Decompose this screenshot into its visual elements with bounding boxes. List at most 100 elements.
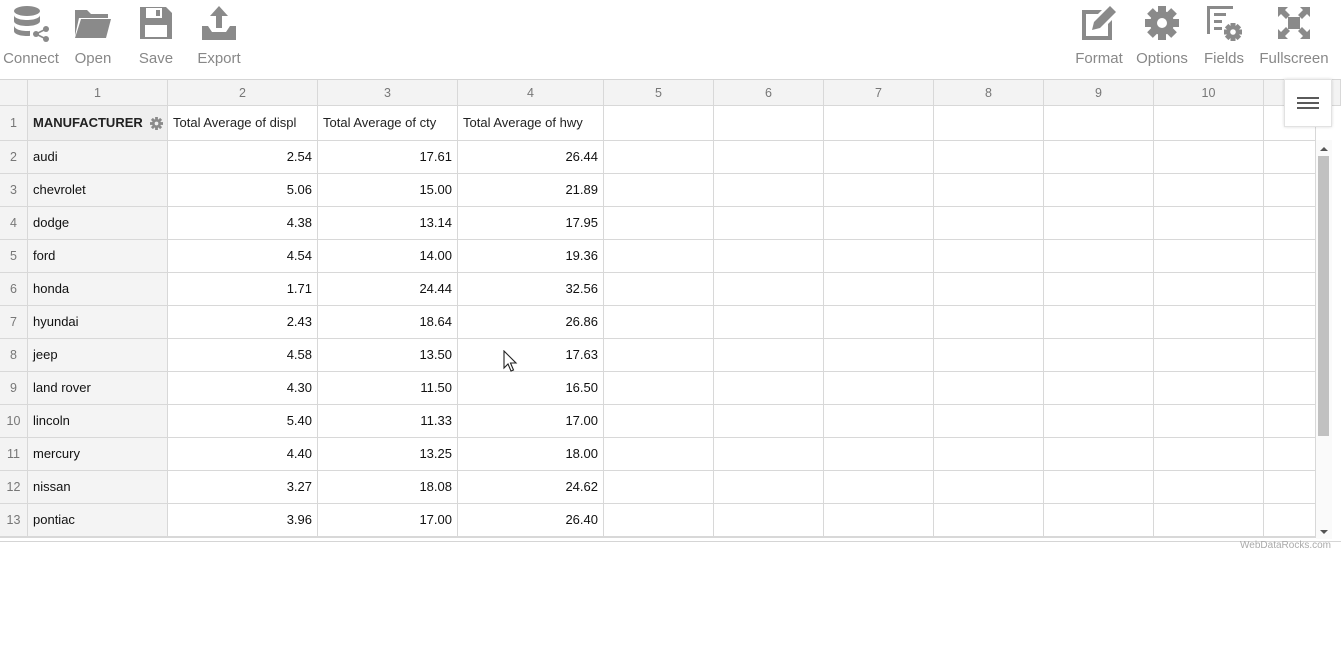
empty-cell[interactable] bbox=[934, 141, 1044, 174]
value-cell-displ[interactable]: 5.40 bbox=[168, 405, 318, 438]
empty-cell[interactable] bbox=[604, 141, 714, 174]
empty-cell[interactable] bbox=[934, 106, 1044, 141]
value-cell-cty[interactable]: 17.61 bbox=[318, 141, 458, 174]
empty-cell[interactable] bbox=[714, 207, 824, 240]
empty-cell[interactable] bbox=[1264, 174, 1316, 207]
empty-cell[interactable] bbox=[714, 240, 824, 273]
empty-cell[interactable] bbox=[604, 306, 714, 339]
measure-header-displ[interactable]: Total Average of displ bbox=[168, 106, 318, 141]
empty-cell[interactable] bbox=[714, 106, 824, 141]
value-cell-displ[interactable]: 4.38 bbox=[168, 207, 318, 240]
scrollbar-thumb[interactable] bbox=[1318, 156, 1329, 436]
empty-cell[interactable] bbox=[604, 106, 714, 141]
manufacturer-cell[interactable]: chevrolet bbox=[28, 174, 168, 207]
empty-cell[interactable] bbox=[604, 174, 714, 207]
empty-cell[interactable] bbox=[824, 438, 934, 471]
empty-cell[interactable] bbox=[604, 504, 714, 537]
value-cell-cty[interactable]: 17.00 bbox=[318, 504, 458, 537]
empty-cell[interactable] bbox=[714, 537, 824, 538]
manufacturer-cell[interactable]: nissan bbox=[28, 471, 168, 504]
grid-menu-button[interactable] bbox=[1284, 79, 1332, 127]
value-cell-hwy[interactable]: 17.00 bbox=[458, 405, 604, 438]
empty-cell[interactable] bbox=[1264, 405, 1316, 438]
open-button[interactable]: Open bbox=[68, 0, 118, 72]
empty-cell[interactable] bbox=[1044, 537, 1154, 538]
empty-cell[interactable] bbox=[1264, 372, 1316, 405]
value-cell-cty[interactable]: 18.08 bbox=[318, 471, 458, 504]
value-cell-displ[interactable] bbox=[168, 537, 318, 538]
empty-cell[interactable] bbox=[1044, 306, 1154, 339]
connect-button[interactable]: Connect bbox=[2, 0, 60, 72]
empty-cell[interactable] bbox=[604, 438, 714, 471]
empty-cell[interactable] bbox=[1044, 207, 1154, 240]
value-cell-cty[interactable]: 11.50 bbox=[318, 372, 458, 405]
value-cell-hwy[interactable]: 18.00 bbox=[458, 438, 604, 471]
manufacturer-cell[interactable]: lincoln bbox=[28, 405, 168, 438]
value-cell-displ[interactable]: 4.54 bbox=[168, 240, 318, 273]
value-cell-hwy[interactable]: 21.89 bbox=[458, 174, 604, 207]
empty-cell[interactable] bbox=[934, 240, 1044, 273]
empty-cell[interactable] bbox=[1154, 537, 1264, 538]
empty-cell[interactable] bbox=[714, 174, 824, 207]
value-cell-cty[interactable]: 15.00 bbox=[318, 174, 458, 207]
empty-cell[interactable] bbox=[824, 174, 934, 207]
empty-cell[interactable] bbox=[1264, 339, 1316, 372]
empty-cell[interactable] bbox=[604, 240, 714, 273]
manufacturer-cell[interactable]: jeep bbox=[28, 339, 168, 372]
value-cell-displ[interactable]: 5.06 bbox=[168, 174, 318, 207]
empty-cell[interactable] bbox=[1154, 240, 1264, 273]
value-cell-hwy[interactable]: 32.56 bbox=[458, 273, 604, 306]
value-cell-hwy[interactable] bbox=[458, 537, 604, 538]
manufacturer-cell[interactable]: land rover bbox=[28, 372, 168, 405]
value-cell-hwy[interactable]: 19.36 bbox=[458, 240, 604, 273]
empty-cell[interactable] bbox=[1154, 405, 1264, 438]
empty-cell[interactable] bbox=[714, 273, 824, 306]
empty-cell[interactable] bbox=[824, 240, 934, 273]
value-cell-cty[interactable]: 11.33 bbox=[318, 405, 458, 438]
header-settings-gear-icon[interactable] bbox=[150, 117, 163, 130]
empty-cell[interactable] bbox=[1044, 141, 1154, 174]
empty-cell[interactable] bbox=[714, 306, 824, 339]
value-cell-displ[interactable]: 4.40 bbox=[168, 438, 318, 471]
manufacturer-cell[interactable] bbox=[28, 537, 168, 538]
empty-cell[interactable] bbox=[604, 372, 714, 405]
empty-cell[interactable] bbox=[824, 106, 934, 141]
empty-cell[interactable] bbox=[1044, 339, 1154, 372]
fields-button[interactable]: Fields bbox=[1200, 0, 1248, 72]
empty-cell[interactable] bbox=[824, 471, 934, 504]
empty-cell[interactable] bbox=[934, 339, 1044, 372]
value-cell-hwy[interactable]: 26.44 bbox=[458, 141, 604, 174]
empty-cell[interactable] bbox=[1264, 240, 1316, 273]
manufacturer-cell[interactable]: ford bbox=[28, 240, 168, 273]
empty-cell[interactable] bbox=[1264, 273, 1316, 306]
value-cell-displ[interactable]: 1.71 bbox=[168, 273, 318, 306]
empty-cell[interactable] bbox=[1044, 240, 1154, 273]
value-cell-displ[interactable]: 3.27 bbox=[168, 471, 318, 504]
manufacturer-cell[interactable]: mercury bbox=[28, 438, 168, 471]
empty-cell[interactable] bbox=[714, 339, 824, 372]
empty-cell[interactable] bbox=[1154, 141, 1264, 174]
empty-cell[interactable] bbox=[1264, 537, 1316, 538]
empty-cell[interactable] bbox=[1264, 141, 1316, 174]
empty-cell[interactable] bbox=[824, 141, 934, 174]
empty-cell[interactable] bbox=[934, 537, 1044, 538]
empty-cell[interactable] bbox=[1044, 405, 1154, 438]
empty-cell[interactable] bbox=[604, 207, 714, 240]
manufacturer-cell[interactable]: audi bbox=[28, 141, 168, 174]
empty-cell[interactable] bbox=[1264, 438, 1316, 471]
empty-cell[interactable] bbox=[824, 405, 934, 438]
measure-header-hwy[interactable]: Total Average of hwy bbox=[458, 106, 604, 141]
empty-cell[interactable] bbox=[1154, 207, 1264, 240]
empty-cell[interactable] bbox=[1264, 471, 1316, 504]
empty-cell[interactable] bbox=[714, 438, 824, 471]
value-cell-cty[interactable]: 13.14 bbox=[318, 207, 458, 240]
manufacturer-header[interactable]: MANUFACTURER bbox=[28, 106, 168, 141]
manufacturer-cell[interactable]: pontiac bbox=[28, 504, 168, 537]
empty-cell[interactable] bbox=[1264, 306, 1316, 339]
value-cell-displ[interactable]: 3.96 bbox=[168, 504, 318, 537]
value-cell-cty[interactable]: 13.25 bbox=[318, 438, 458, 471]
empty-cell[interactable] bbox=[604, 339, 714, 372]
value-cell-hwy[interactable]: 17.95 bbox=[458, 207, 604, 240]
empty-cell[interactable] bbox=[714, 372, 824, 405]
empty-cell[interactable] bbox=[1044, 471, 1154, 504]
